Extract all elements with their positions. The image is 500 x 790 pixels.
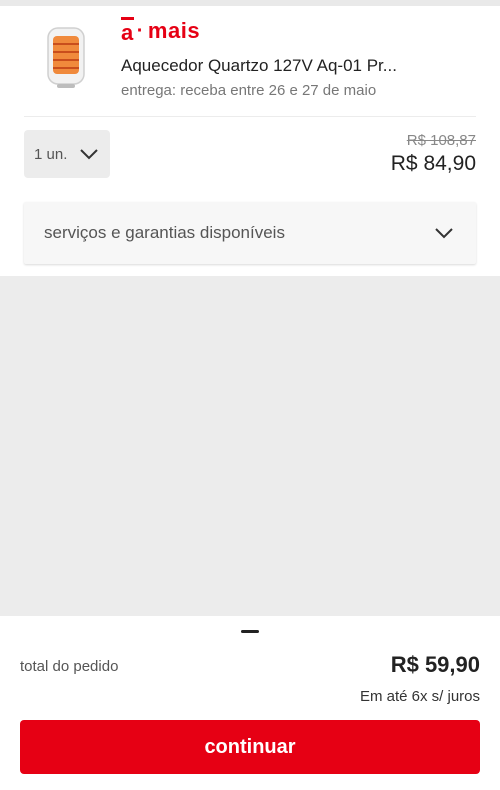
chevron-down-icon xyxy=(435,228,453,239)
chevron-down-icon xyxy=(80,149,99,160)
current-price: R$ 84,90 xyxy=(390,152,476,175)
installments-text: Em até 6x s/ juros xyxy=(359,688,480,705)
seller-logo-word: mais xyxy=(147,18,201,43)
seller-logo: a · mais xyxy=(121,16,200,46)
old-price: R$ 108,87 xyxy=(406,132,476,149)
continue-button[interactable]: continuar xyxy=(20,720,480,774)
product-image[interactable] xyxy=(40,22,92,94)
seller-logo-separator: · xyxy=(136,19,144,42)
services-dropdown[interactable]: serviços e garantias disponíveis xyxy=(24,202,476,264)
delivery-estimate: entrega: receba entre 26 e 27 de maio xyxy=(121,82,377,99)
seller-logo-letter: a xyxy=(121,16,134,46)
quantity-select[interactable]: 1 un. xyxy=(24,130,110,178)
quantity-value: 1 un. xyxy=(34,145,68,163)
continue-button-label: continuar xyxy=(204,735,296,758)
product-title[interactable]: Aquecedor Quartzo 127V Aq-01 Pr... xyxy=(121,56,461,76)
total-label: total do pedido xyxy=(20,658,119,675)
order-summary-sheet: total do pedido R$ 59,90 Em até 6x s/ ju… xyxy=(0,616,500,790)
services-label: serviços e garantias disponíveis xyxy=(44,223,285,242)
product-card: a · mais Aquecedor Quartzo 127V Aq-01 Pr… xyxy=(0,6,500,276)
total-value: R$ 59,90 xyxy=(390,652,480,677)
divider xyxy=(24,116,476,117)
sheet-handle[interactable] xyxy=(241,630,259,633)
